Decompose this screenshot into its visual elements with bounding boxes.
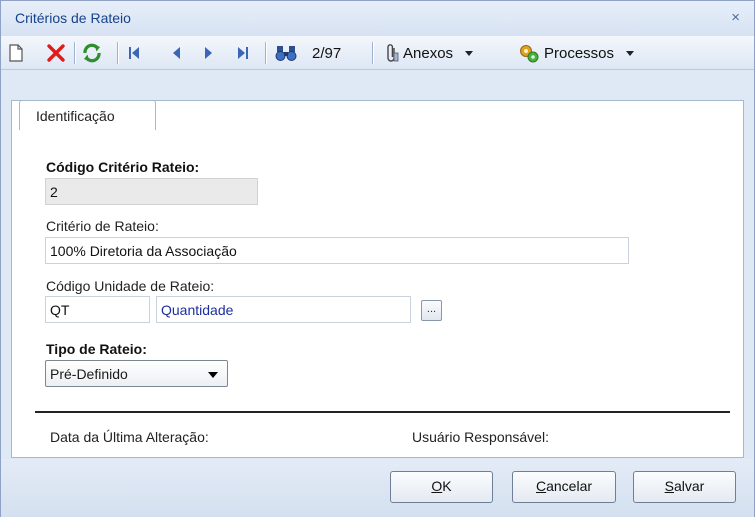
previous-record-button[interactable] xyxy=(173,36,180,70)
unidade-description-field[interactable]: Quantidade xyxy=(156,296,411,323)
close-button[interactable]: × xyxy=(731,9,740,26)
new-document-icon xyxy=(9,44,23,62)
toolbar-separator xyxy=(265,42,266,64)
save-button[interactable]: Salvar xyxy=(633,471,736,503)
cancel-button[interactable]: Cancelar xyxy=(512,471,616,503)
refresh-button[interactable] xyxy=(81,36,103,70)
last-record-icon xyxy=(238,47,248,59)
delete-button[interactable] xyxy=(46,36,66,70)
tipo-label: Tipo de Rateio: xyxy=(46,341,147,357)
toolbar-separator xyxy=(74,42,75,64)
window-title: Critérios de Rateio xyxy=(15,10,131,26)
refresh-icon xyxy=(83,43,101,63)
codigo-criterio-label: Código Critério Rateio: xyxy=(46,159,200,175)
first-record-icon xyxy=(129,47,139,59)
new-document-button[interactable] xyxy=(9,36,23,70)
next-record-button[interactable] xyxy=(205,36,212,70)
find-record-button[interactable] xyxy=(275,36,297,70)
criterio-label: Critério de Rateio: xyxy=(46,218,159,234)
paperclip-icon xyxy=(387,44,399,62)
data-alteracao-label: Data da Última Alteração: xyxy=(50,429,209,445)
attachments-label: Anexos xyxy=(403,44,454,62)
criterio-field[interactable]: 100% Diretoria da Associação xyxy=(45,237,629,264)
chevron-down-icon xyxy=(465,50,474,56)
unidade-label: Código Unidade de Rateio: xyxy=(46,278,215,294)
toolbar: 2/97 Anexos Processos xyxy=(1,36,754,70)
previous-record-icon xyxy=(173,47,180,59)
usuario-responsavel-label: Usuário Responsável: xyxy=(412,429,549,445)
divider xyxy=(35,411,730,413)
unidade-lookup-button[interactable]: ... xyxy=(421,300,442,321)
ok-button[interactable]: OK xyxy=(390,471,493,503)
attachments-menu[interactable]: Anexos xyxy=(385,36,474,70)
unidade-code-field[interactable]: QT xyxy=(45,296,150,323)
delete-icon xyxy=(47,44,65,62)
dialog-window: Critérios de Rateio × 2/97 Anexos Proces… xyxy=(0,0,755,517)
toolbar-separator xyxy=(117,42,118,64)
next-record-icon xyxy=(205,47,212,59)
chevron-down-icon xyxy=(626,50,635,56)
first-record-button[interactable] xyxy=(129,36,139,70)
title-bar: Critérios de Rateio × xyxy=(1,1,754,36)
tipo-selected-value: Pré-Definido xyxy=(50,366,128,382)
toolbar-separator xyxy=(372,42,373,64)
processes-label: Processos xyxy=(544,44,615,62)
codigo-criterio-field[interactable]: 2 xyxy=(45,178,258,205)
tab-identificacao[interactable]: Identificação xyxy=(19,100,156,130)
chevron-down-icon xyxy=(208,372,218,378)
last-record-button[interactable] xyxy=(238,36,248,70)
tipo-select[interactable]: Pré-Definido xyxy=(45,360,228,387)
processes-gear-icon xyxy=(520,45,539,63)
record-counter: 2/97 xyxy=(312,44,342,62)
binoculars-icon xyxy=(275,46,297,61)
processes-menu[interactable]: Processos xyxy=(518,36,635,70)
